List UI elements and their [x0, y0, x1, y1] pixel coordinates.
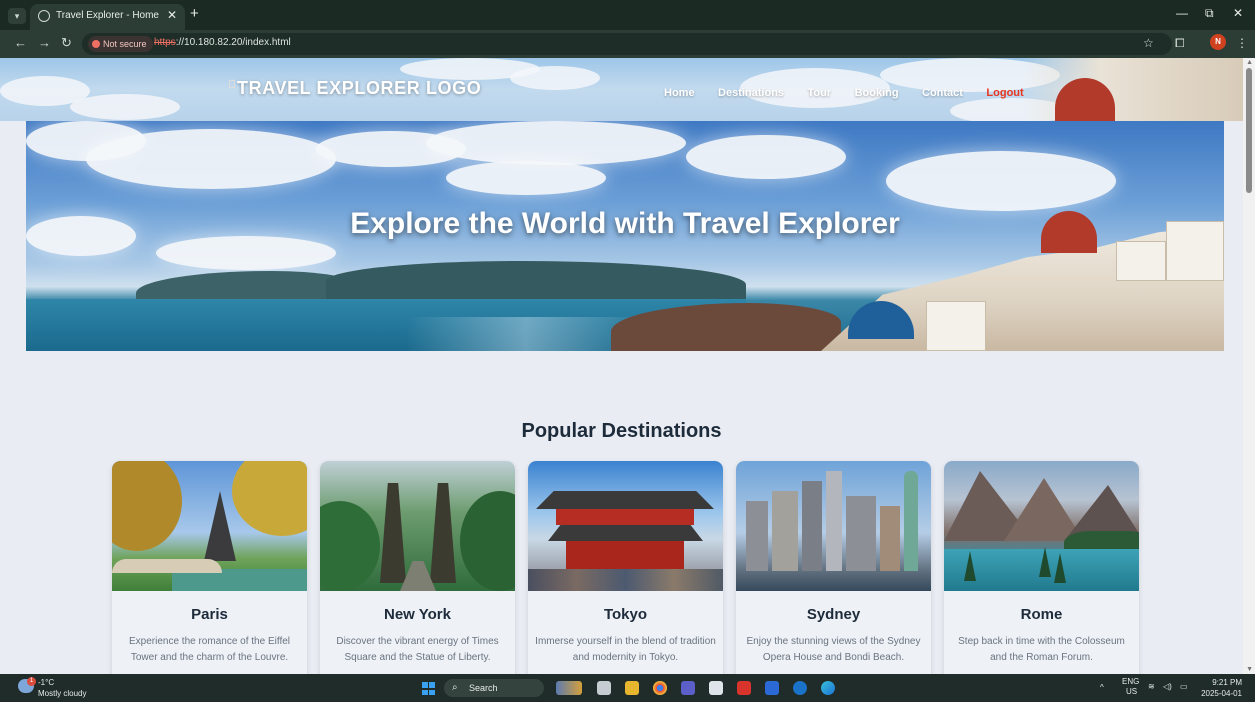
security-chip[interactable]: Not secure	[88, 36, 153, 52]
edge-icon[interactable]	[821, 681, 835, 695]
word-icon[interactable]	[765, 681, 779, 695]
warning-icon	[92, 40, 100, 48]
clock-time: 9:21 PM	[1212, 678, 1242, 687]
logo-alt-text: TRAVEL EXPLORER LOGO	[237, 78, 482, 98]
teams-icon[interactable]	[681, 681, 695, 695]
profile-avatar[interactable]: N	[1210, 34, 1226, 50]
store-icon[interactable]	[709, 681, 723, 695]
volume-icon[interactable]: ◁)	[1163, 682, 1172, 691]
card-title: Paris	[191, 606, 228, 623]
main-nav: Home Destinations Tour Booking Contact L…	[664, 83, 1043, 101]
nav-booking[interactable]: Booking	[855, 87, 899, 99]
chrome-icon[interactable]	[653, 681, 667, 695]
taskbar-clock[interactable]: 9:21 PM 2025-04-01	[1200, 677, 1242, 699]
card-description: Discover the vibrant energy of Times Squ…	[336, 636, 499, 663]
widgets-app-icon[interactable]	[556, 681, 582, 695]
card-title: Rome	[1020, 606, 1063, 623]
back-icon[interactable]: ←	[14, 35, 27, 50]
task-view-icon[interactable]	[597, 681, 611, 695]
forward-icon[interactable]: →	[38, 35, 51, 50]
restore-icon[interactable]: ⧉	[1205, 6, 1214, 21]
destination-card-rome[interactable]: Rome Step back in time with the Colosseu…	[944, 461, 1139, 674]
section-heading: Popular Destinations	[521, 420, 722, 442]
scroll-down-icon[interactable]: ▼	[1246, 666, 1253, 673]
url-text: https://10.180.82.20/index.html	[154, 37, 291, 48]
site-header: TRAVEL EXPLORER LOGO Home Destinations T…	[0, 58, 1243, 121]
url-input[interactable]: Not secure https://10.180.82.20/index.ht…	[82, 33, 1172, 55]
tray-chevron-icon[interactable]: ^	[1100, 683, 1104, 692]
address-bar-row: ← → ↻ Not secure https://10.180.82.20/in…	[0, 30, 1255, 58]
tab-search-icon[interactable]: ▾	[8, 8, 26, 24]
hero-banner: Explore the World with Travel Explorer	[26, 121, 1224, 351]
close-icon[interactable]: ✕	[167, 8, 177, 22]
destination-card-sydney[interactable]: Sydney Enjoy the stunning views of the S…	[736, 461, 931, 674]
browser-tab-active[interactable]: Travel Explorer - Home ✕	[30, 4, 185, 30]
card-description: Experience the romance of the Eiffel Tow…	[128, 636, 291, 663]
tokyo-image	[528, 461, 723, 591]
paris-image	[112, 461, 307, 591]
scroll-up-icon[interactable]: ▲	[1246, 59, 1253, 66]
rome-image	[944, 461, 1139, 591]
search-icon: ⌕	[452, 682, 458, 693]
card-title: New York	[384, 606, 451, 623]
lang-bottom[interactable]: US	[1126, 687, 1137, 696]
weather-condition: Mostly cloudy	[38, 689, 87, 698]
destination-card-tokyo[interactable]: Tokyo Immerse yourself in the blend of t…	[528, 461, 723, 674]
card-description: Enjoy the stunning views of the Sydney O…	[746, 636, 921, 663]
site-logo[interactable]: TRAVEL EXPLORER LOGO	[229, 78, 481, 99]
new-york-image	[320, 461, 515, 591]
scroll-thumb[interactable]	[1246, 68, 1252, 193]
outlook-icon[interactable]	[793, 681, 807, 695]
taskbar-search-label: Search	[469, 683, 498, 693]
card-description: Immerse yourself in the blend of traditi…	[535, 636, 716, 663]
destination-card-new-york[interactable]: New York Discover the vibrant energy of …	[320, 461, 515, 674]
reload-icon[interactable]: ↻	[61, 35, 72, 51]
nav-tour[interactable]: Tour	[807, 87, 831, 99]
browser-tab-bar: ▾ Travel Explorer - Home ✕ + — ⧉ ✕	[0, 0, 1255, 30]
card-description: Step back in time with the Colosseum and…	[958, 636, 1125, 663]
new-tab-button[interactable]: +	[190, 5, 199, 22]
window-close-icon[interactable]: ✕	[1233, 6, 1243, 20]
clock-date: 2025-04-01	[1201, 689, 1242, 698]
nav-home[interactable]: Home	[664, 87, 695, 99]
taskbar-search[interactable]: ⌕ Search	[444, 679, 544, 697]
card-title: Sydney	[806, 606, 861, 623]
extensions-icon[interactable]: ⧠	[1175, 36, 1185, 51]
destination-card-paris[interactable]: Paris Experience the romance of the Eiff…	[112, 461, 307, 674]
start-windows-icon[interactable]	[422, 682, 435, 695]
bookmark-star-icon[interactable]: ☆	[1143, 36, 1154, 50]
minimize-icon[interactable]: —	[1176, 6, 1188, 20]
menu-kebab-icon[interactable]: ⋮	[1236, 36, 1248, 50]
security-label: Not secure	[103, 39, 147, 49]
card-title: Tokyo	[603, 606, 648, 623]
page-scrollbar[interactable]: ▲ ▼	[1243, 58, 1255, 674]
hero-title: Explore the World with Travel Explorer	[350, 207, 900, 240]
tab-title: Travel Explorer - Home	[56, 10, 159, 21]
broken-image-icon	[229, 80, 235, 88]
wifi-icon[interactable]: ≋	[1148, 682, 1155, 691]
windows-taskbar: 1 -1°C Mostly cloudy ⌕ Search ^ ENG US ≋…	[0, 674, 1255, 702]
weather-badge: 1	[27, 677, 36, 686]
lang-top[interactable]: ENG	[1122, 677, 1139, 686]
page-viewport: TRAVEL EXPLORER LOGO Home Destinations T…	[0, 58, 1255, 674]
nav-logout[interactable]: Logout	[986, 87, 1023, 99]
file-explorer-icon[interactable]	[625, 681, 639, 695]
battery-icon[interactable]: ▭	[1180, 682, 1188, 691]
nav-contact[interactable]: Contact	[922, 87, 963, 99]
url-scheme: https	[154, 37, 176, 48]
nav-destinations[interactable]: Destinations	[718, 87, 784, 99]
url-path: ://10.180.82.20/index.html	[175, 37, 291, 48]
sydney-image	[736, 461, 931, 591]
weather-temperature: -1°C	[38, 678, 55, 687]
globe-icon	[38, 10, 50, 22]
acrobat-icon[interactable]	[737, 681, 751, 695]
